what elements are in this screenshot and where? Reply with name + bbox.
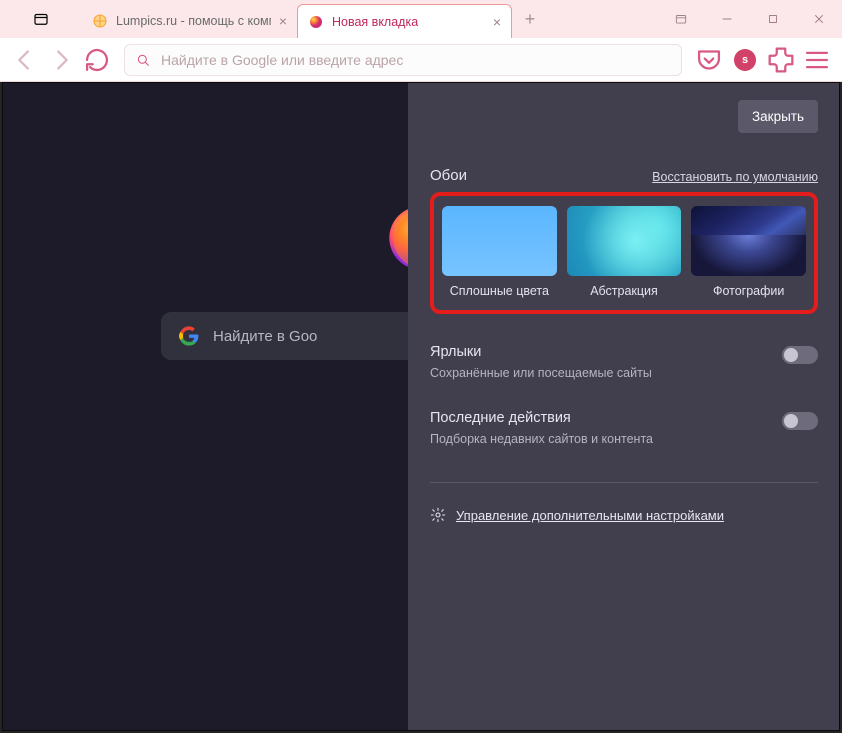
gear-icon [430, 507, 446, 523]
recent-desc: Подборка недавних сайтов и контента [430, 432, 653, 446]
lumpics-favicon-icon [92, 13, 108, 29]
titlebar-spacer [548, 0, 658, 38]
recent-texts: Последние действия Подборка недавних сай… [430, 410, 653, 446]
wallpapers-reset-link[interactable]: Восстановить по умолчанию [652, 170, 818, 184]
reload-icon [80, 43, 114, 77]
wallpaper-label: Фотографии [713, 284, 784, 298]
close-tab-icon[interactable]: × [279, 13, 287, 29]
recent-title: Последние действия [430, 410, 653, 426]
panel-close-button[interactable]: Закрыть [738, 100, 818, 133]
wallpaper-solid[interactable]: Сплошные цвета [442, 206, 557, 298]
customize-panel: Закрыть Обои Восстановить по умолчанию С… [408, 82, 840, 731]
new-tab-button[interactable]: + [512, 0, 548, 38]
shortcuts-desc: Сохранённые или посещаемые сайты [430, 366, 652, 380]
wallpaper-abstract[interactable]: Абстракция [567, 206, 682, 298]
firefox-favicon-icon [308, 14, 324, 30]
reload-button[interactable] [80, 43, 114, 77]
arrow-right-icon [44, 43, 78, 77]
tab-label: Lumpics.ru - помощь с компь [116, 14, 271, 28]
recent-tabs-button[interactable] [0, 0, 82, 38]
shortcuts-title: Ярлыки [430, 344, 652, 360]
url-bar[interactable] [124, 44, 682, 76]
tab-lumpics[interactable]: Lumpics.ru - помощь с компь × [82, 4, 297, 38]
tab-newtab[interactable]: Новая вкладка × [297, 4, 512, 38]
back-button[interactable] [8, 43, 42, 77]
content-area: Найдите в Goo Закрыть Обои Восстановить … [0, 82, 842, 733]
google-icon [179, 326, 199, 346]
wallpaper-label: Сплошные цвета [450, 284, 549, 298]
forward-button[interactable] [44, 43, 78, 77]
panel-divider [430, 482, 818, 483]
wallpapers-title: Обои [430, 167, 467, 184]
wallpaper-photo-thumb [691, 206, 806, 276]
nav-toolbar: s [0, 38, 842, 82]
account-button[interactable]: s [728, 43, 762, 77]
shortcuts-row: Ярлыки Сохранённые или посещаемые сайты [430, 344, 818, 380]
window-close-button[interactable] [796, 0, 842, 38]
list-tabs-button[interactable] [658, 0, 704, 38]
pocket-button[interactable] [692, 43, 726, 77]
hamburger-icon [800, 43, 834, 77]
extensions-button[interactable] [764, 43, 798, 77]
titlebar: Lumpics.ru - помощь с компь × Новая вкла… [0, 0, 842, 38]
wallpaper-abstract-thumb [567, 206, 682, 276]
arrow-left-icon [8, 43, 42, 77]
maximize-button[interactable] [750, 0, 796, 38]
wallpapers-header: Обои Восстановить по умолчанию [430, 167, 818, 184]
more-settings-label: Управление дополнительными настройками [456, 508, 724, 523]
url-input[interactable] [161, 52, 671, 68]
wallpaper-photo[interactable]: Фотографии [691, 206, 806, 298]
avatar: s [734, 49, 756, 71]
wallpaper-solid-thumb [442, 206, 557, 276]
tab-label: Новая вкладка [332, 15, 418, 29]
more-settings-link[interactable]: Управление дополнительными настройками [430, 507, 818, 523]
recent-row: Последние действия Подборка недавних сай… [430, 410, 818, 446]
shortcuts-toggle[interactable] [782, 346, 818, 364]
shortcuts-texts: Ярлыки Сохранённые или посещаемые сайты [430, 344, 652, 380]
app-menu-button[interactable] [800, 43, 834, 77]
minimize-button[interactable] [704, 0, 750, 38]
wallpapers-highlight: Сплошные цвета Абстракция Фотографии [430, 192, 818, 314]
search-icon [135, 52, 151, 68]
close-tab-icon[interactable]: × [493, 14, 501, 30]
puzzle-icon [764, 43, 798, 77]
pocket-icon [692, 43, 726, 77]
newtab-search-placeholder: Найдите в Goo [213, 328, 317, 345]
panel-close-row: Закрыть [430, 100, 818, 133]
recent-toggle[interactable] [782, 412, 818, 430]
recent-tabs-icon [32, 10, 50, 28]
wallpaper-label: Абстракция [590, 284, 658, 298]
